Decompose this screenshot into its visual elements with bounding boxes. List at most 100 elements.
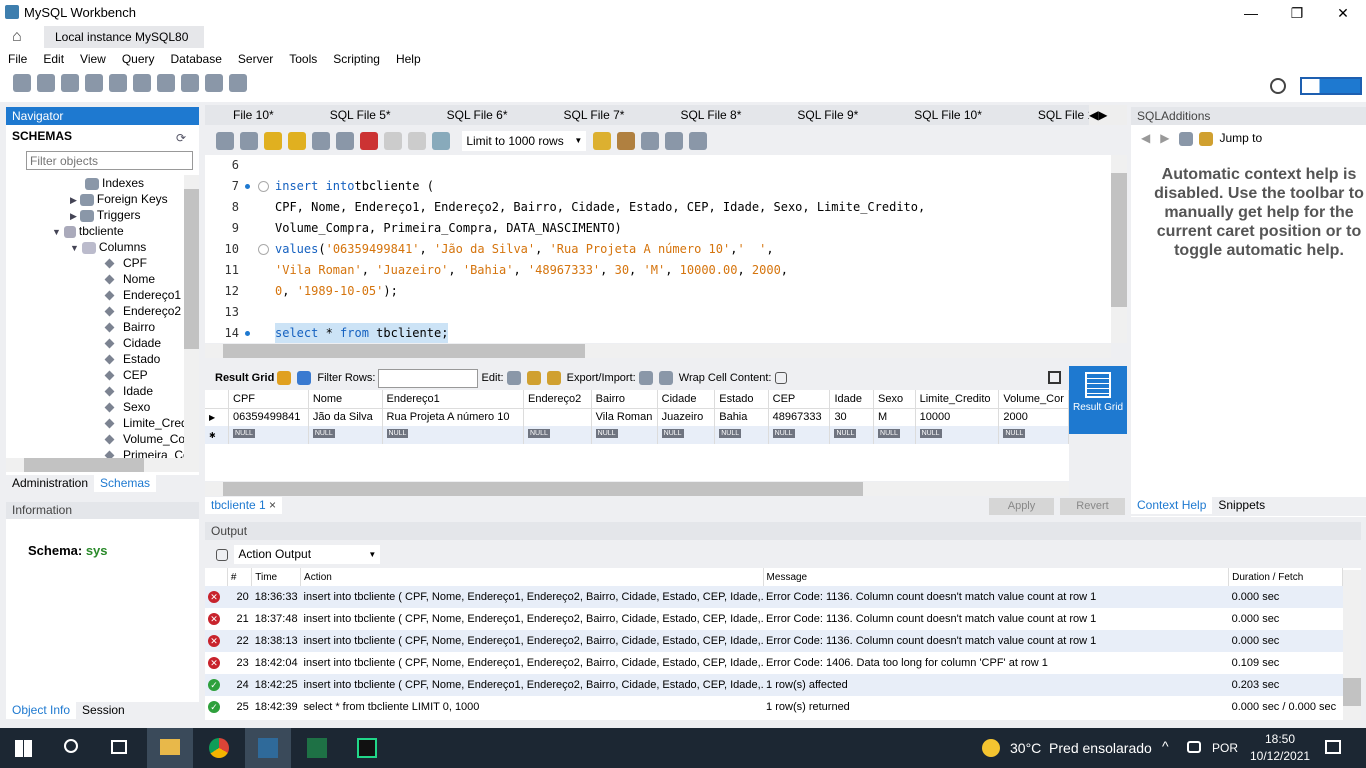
editor-tab[interactable]: SQL File 5* [302, 105, 419, 125]
tree-item-column[interactable]: Limite_Cred [6, 415, 184, 431]
menu-help[interactable]: Help [388, 48, 429, 70]
insert-row-icon[interactable] [526, 371, 541, 386]
revert-button[interactable]: Revert [1060, 498, 1125, 515]
search-table-data-icon[interactable] [205, 74, 223, 92]
column-header[interactable]: Nome [308, 390, 383, 408]
copy-icon[interactable] [216, 548, 228, 561]
grid-cell[interactable]: Rua Projeta A número 10 [382, 408, 524, 426]
tree-item-column[interactable]: Bairro [6, 319, 184, 335]
toggle-error-icon[interactable] [360, 132, 378, 150]
open-file-icon[interactable] [216, 132, 234, 150]
minimize-button[interactable]: — [1228, 0, 1274, 26]
export-icon[interactable] [638, 371, 653, 386]
show-hidden-icons[interactable]: ^ [1162, 738, 1169, 754]
column-header[interactable]: Estado [714, 390, 769, 408]
grid-cell[interactable]: 48967333 [768, 408, 831, 426]
column-header[interactable]: Endereço2 [523, 390, 592, 408]
tree-item-column[interactable]: Volume_Cor [6, 431, 184, 447]
output-row[interactable]: ✕ 20 18:36:33 insert into tbcliente ( CPF, … [205, 586, 1343, 608]
execute-current-icon[interactable] [288, 132, 306, 150]
create-schema-icon[interactable] [85, 74, 103, 92]
forward-icon[interactable]: ▶ [1160, 131, 1169, 145]
output-type-select[interactable]: Action Output ▼ [234, 545, 381, 564]
open-sql-file-icon[interactable] [37, 74, 55, 92]
output-row[interactable]: ✕ 21 18:37:48 insert into tbcliente ( CPF, … [205, 608, 1343, 630]
editor-tab[interactable]: File 10* [205, 105, 302, 125]
grid-cell[interactable]: Bahia [714, 408, 769, 426]
delete-row-icon[interactable] [546, 371, 561, 386]
column-header[interactable]: Bairro [591, 390, 658, 408]
tab-session[interactable]: Session [76, 702, 131, 719]
add-snippet-icon[interactable] [592, 132, 611, 150]
windows-start-icon[interactable] [15, 740, 32, 757]
inspector-icon[interactable] [61, 74, 79, 92]
tree-item-column[interactable]: Primeira_Co [6, 447, 184, 458]
column-header[interactable]: Cidade [657, 390, 716, 408]
home-icon[interactable]: ⌂ [12, 28, 22, 46]
result-grid[interactable]: CPF Nome Endereço1 Endereço2 Bairro Cidade Est… [205, 390, 1069, 481]
clock-time[interactable]: 18:50 [1265, 732, 1295, 746]
output-row[interactable]: ✓ 25 18:42:39 select * from tbcliente LIMIT… [205, 696, 1343, 718]
tab-tbcliente-1[interactable]: tbcliente 1 × [205, 497, 283, 514]
jump-to-select[interactable]: Jump to [1220, 131, 1263, 145]
language-indicator[interactable]: POR [1212, 741, 1238, 755]
result-grid-side-button[interactable]: Result Grid [1069, 366, 1127, 434]
tab-schemas[interactable]: Schemas [94, 475, 157, 492]
filter-rows-input[interactable] [378, 368, 479, 388]
layout-toggle-icons[interactable] [1300, 77, 1362, 95]
tab-context-help[interactable]: Context Help [1131, 497, 1213, 514]
limit-rows-select[interactable]: Limit to 1000 rows ▼ [462, 131, 587, 151]
grid-cell[interactable] [523, 408, 592, 426]
excel-icon[interactable] [307, 738, 327, 758]
refresh-schemas-icon[interactable]: ⟳ [176, 131, 186, 145]
column-header[interactable]: Sexo [873, 390, 916, 408]
wrap-cell-icon[interactable] [774, 372, 787, 385]
network-icon[interactable] [1187, 741, 1201, 753]
column-header[interactable]: CEP [768, 390, 831, 408]
grid-cell[interactable]: 10000 [915, 408, 1000, 426]
fold-icon[interactable] [258, 181, 269, 192]
table-row[interactable]: ▶ 06359499841 Jão da Silva Rua Projeta A nú… [205, 408, 1069, 426]
invisible-chars-icon[interactable] [664, 132, 683, 150]
tree-item-columns[interactable]: ▼ Columns [6, 239, 184, 255]
mysql-workbench-taskbar-icon[interactable] [245, 728, 291, 768]
rollback-icon[interactable] [408, 132, 426, 150]
result-hscrollbar[interactable] [205, 482, 1069, 496]
column-header[interactable]: Volume_Cor [998, 390, 1069, 408]
chrome-icon[interactable] [209, 738, 229, 758]
column-header[interactable]: Endereço1 [382, 390, 524, 408]
menu-server[interactable]: Server [230, 48, 281, 70]
reconnect-icon[interactable] [229, 74, 247, 92]
clock-date[interactable]: 10/12/2021 [1250, 749, 1310, 763]
menu-database[interactable]: Database [163, 48, 230, 70]
tree-item-column[interactable]: CPF [6, 255, 184, 271]
grid-cell[interactable]: Vila Roman [591, 408, 658, 426]
grid-cell[interactable]: M [873, 408, 916, 426]
grid-cell[interactable]: 06359499841 [228, 408, 309, 426]
editor-tab[interactable]: SQL File 6* [419, 105, 536, 125]
output-row[interactable]: ✕ 23 18:42:04 insert into tbcliente ( CPF, … [205, 652, 1343, 674]
filter-objects-input[interactable] [26, 151, 193, 170]
new-sql-tab-icon[interactable] [13, 74, 31, 92]
explain-icon[interactable] [312, 132, 330, 150]
grid-cell[interactable]: Jão da Silva [308, 408, 383, 426]
create-procedure-icon[interactable] [157, 74, 175, 92]
output-row[interactable]: ✓ 24 18:42:25 insert into tbcliente ( CPF, … [205, 674, 1343, 696]
tree-hscrollbar[interactable] [6, 458, 199, 472]
editor-tab[interactable]: SQL File 8* [652, 105, 769, 125]
tree-item-triggers[interactable]: ▶ Triggers [6, 207, 184, 223]
execute-icon[interactable] [264, 132, 282, 150]
tree-vscrollbar[interactable] [184, 175, 199, 458]
apply-button[interactable]: Apply [989, 498, 1054, 515]
create-function-icon[interactable] [181, 74, 199, 92]
pycharm-icon[interactable] [357, 738, 377, 758]
tab-scroll-arrows[interactable]: ◀▶ [1089, 105, 1127, 125]
tree-item-column[interactable]: Idade [6, 383, 184, 399]
notifications-icon[interactable] [1325, 740, 1341, 754]
tree-item-column[interactable]: Estado [6, 351, 184, 367]
commit-icon[interactable] [384, 132, 402, 150]
save-icon[interactable] [240, 132, 258, 150]
editor-tab[interactable]: SQL File 10* [886, 105, 1010, 125]
toggle-panel-icon[interactable] [1048, 371, 1061, 384]
menu-file[interactable]: File [0, 48, 35, 70]
